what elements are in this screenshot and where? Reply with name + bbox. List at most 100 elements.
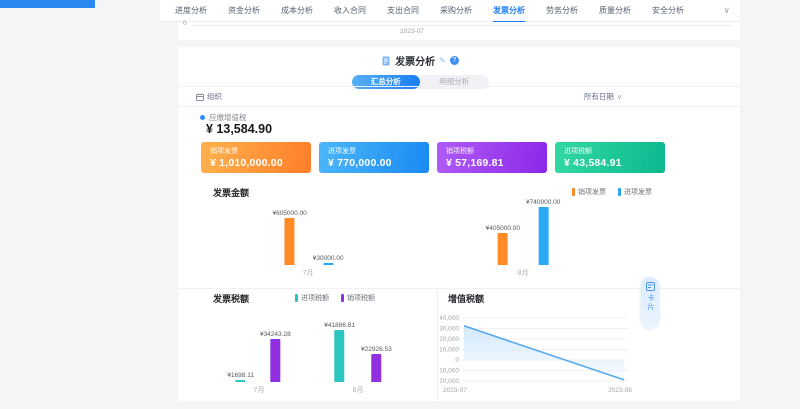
date-filter-label: 所有日期 — [584, 91, 614, 102]
floating-card-widget[interactable]: 卡片 — [641, 277, 659, 328]
kpi-card: 进项发票¥ 770,000.00 — [319, 142, 429, 173]
kpi-card-value: ¥ 57,169.81 — [446, 157, 547, 169]
legend-swatch — [572, 188, 575, 196]
nav-tab[interactable]: 劳务分析 — [546, 0, 578, 21]
x-axis-label: 2023-07 — [443, 387, 467, 394]
nav-tab[interactable]: 资金分析 — [228, 0, 260, 21]
bars: ¥41886.81 ¥22926.53 — [324, 322, 391, 382]
nav-tab[interactable]: 收入合同 — [334, 0, 366, 21]
kpi-card-label: 销项发票 — [210, 146, 311, 156]
nav-tab[interactable]: 进度分析 — [175, 0, 207, 21]
kpi-card-label: 销项税额 — [446, 146, 547, 156]
help-icon[interactable]: ? — [450, 56, 459, 65]
page-title: 发票分析 — [395, 53, 435, 68]
bar-wrap: ¥605000.00 — [272, 210, 306, 265]
invoice-tax-chart: ¥1698.11 ¥34243.28 7月 ¥41886.81 ¥22926.53 8月 — [178, 307, 437, 396]
bar-value-label: ¥30000.00 — [313, 255, 344, 262]
bar-group: ¥1698.11 ¥34243.28 7月 — [227, 331, 290, 396]
bar-wrap: ¥405000.00 — [486, 225, 520, 265]
kpi-card-label: 进项税额 — [564, 146, 665, 156]
invoice-amount-legend: 销项发票 进项发票 — [572, 187, 652, 197]
header-center: 发票分析 ✎ ? 汇总分析 明细分析 — [178, 47, 662, 89]
divider — [178, 106, 740, 107]
bar-wrap: ¥30000.00 — [313, 255, 344, 265]
bar-group: ¥405000.00¥740000.008月 — [486, 199, 561, 279]
previous-chart-bottom: 0 2023-07 — [178, 22, 740, 40]
bar-value-label: ¥1698.11 — [227, 372, 254, 379]
x-axis-label: 2023-08 — [608, 387, 632, 394]
kpi-card: 进项税额¥ 43,584.91 — [555, 142, 665, 173]
kpi-card-value: ¥ 43,584.91 — [564, 157, 665, 169]
legend-item[interactable]: 进项税额 — [295, 293, 329, 303]
page-root: 进度分析资金分析成本分析收入合同支出合同采购分析发票分析劳务分析质量分析安全分析… — [0, 0, 800, 409]
section-title-invoice-tax: 发票税额 — [213, 292, 249, 305]
kpi-card-label: 进项发票 — [328, 146, 429, 156]
invoice-amount-chart: ¥605000.00 ¥30000.00 7月 ¥405000.00 ¥740000.0… — [178, 197, 740, 279]
bar-value-label: ¥740000.00 — [526, 199, 560, 206]
nav-tab[interactable]: 成本分析 — [281, 0, 313, 21]
category-label: 7月 — [303, 268, 314, 279]
date-filter[interactable]: 所有日期 ∨ — [584, 91, 622, 102]
kpi-card: 销项发票¥ 1,010,000.00 — [201, 142, 311, 173]
org-filter[interactable]: 组织 — [196, 91, 222, 102]
nav-tab[interactable]: 支出合同 — [387, 0, 419, 21]
bar — [323, 263, 333, 265]
legend-item[interactable]: 销项发票 — [572, 187, 606, 197]
nav-tab[interactable]: 采购分析 — [440, 0, 472, 21]
bar — [498, 233, 508, 265]
bar-wrap: ¥740000.00 — [526, 199, 560, 265]
nav-tabs: 进度分析资金分析成本分析收入合同支出合同采购分析发票分析劳务分析质量分析安全分析 — [160, 0, 723, 21]
invoice-tax-legend: 进项税额 销项税额 — [295, 293, 375, 303]
bar-wrap: ¥22926.53 — [361, 346, 392, 382]
bar — [285, 218, 295, 265]
bullet-dot-icon — [200, 115, 205, 120]
y-axis-tick: 20,000 — [440, 336, 459, 343]
y-axis-tick: -20,000 — [440, 378, 459, 385]
invoice-analysis-card: 发票分析 ✎ ? 汇总分析 明细分析 组织 所有日期 ∨ 应缴增值税 — [178, 47, 740, 401]
floating-widget-label: 卡片 — [645, 294, 655, 312]
legend-label: 销项发票 — [578, 187, 606, 197]
nav-tab[interactable]: 安全分析 — [652, 0, 684, 21]
bar-value-label: ¥405000.00 — [486, 225, 520, 232]
axis-label-month: 2023-07 — [400, 28, 424, 35]
bars: ¥405000.00 ¥740000.00 — [486, 199, 561, 265]
card-panel-icon — [646, 282, 655, 291]
bars: ¥605000.00 ¥30000.00 — [272, 210, 343, 265]
y-axis-tick: 30,000 — [440, 326, 459, 333]
legend-swatch — [295, 294, 298, 302]
vertical-divider — [437, 288, 438, 401]
invoice-doc-icon — [381, 56, 391, 66]
nav-tab[interactable]: 发票分析 — [493, 0, 525, 21]
legend-label: 销项税额 — [347, 293, 375, 303]
org-icon — [196, 93, 204, 101]
bar-value-label: ¥605000.00 — [272, 210, 306, 217]
bar — [538, 207, 548, 265]
bar-wrap: ¥41886.81 — [324, 322, 355, 382]
legend-label: 进项发票 — [624, 187, 652, 197]
nav-collapse-chevron-icon[interactable]: ∨ — [723, 5, 740, 16]
kpi-card-value: ¥ 1,010,000.00 — [210, 157, 311, 169]
legend-item[interactable]: 销项税额 — [341, 293, 375, 303]
bar-value-label: ¥22926.53 — [361, 346, 392, 353]
title-row: 发票分析 ✎ ? — [178, 53, 662, 68]
bar-wrap: ¥1698.11 — [227, 372, 254, 382]
bar-group: ¥41886.81 ¥22926.53 8月 — [324, 322, 391, 396]
kpi-card-value: ¥ 770,000.00 — [328, 157, 429, 169]
legend-item[interactable]: 进项发票 — [618, 187, 652, 197]
y-axis-tick: 0 — [455, 357, 459, 364]
nav-tab[interactable]: 质量分析 — [599, 0, 631, 21]
edit-icon[interactable]: ✎ — [439, 56, 446, 65]
section-title-vat: 增值税额 — [448, 292, 484, 305]
category-label: 7月 — [254, 385, 265, 396]
y-axis-tick: 40,000 — [440, 315, 459, 322]
bar-value-label: ¥34243.28 — [260, 331, 291, 338]
bar — [236, 380, 246, 382]
top-left-accent — [0, 0, 95, 8]
bar — [371, 354, 381, 382]
kpi-cards: 销项发票¥ 1,010,000.00进项发票¥ 770,000.00销项税额¥ … — [201, 142, 665, 173]
filter-row: 组织 所有日期 ∨ — [178, 87, 740, 106]
category-label: 8月 — [353, 385, 364, 396]
bar-value-label: ¥41886.81 — [324, 322, 355, 329]
bar — [335, 330, 345, 382]
vat-summary-value: ¥ 13,584.90 — [206, 122, 272, 136]
